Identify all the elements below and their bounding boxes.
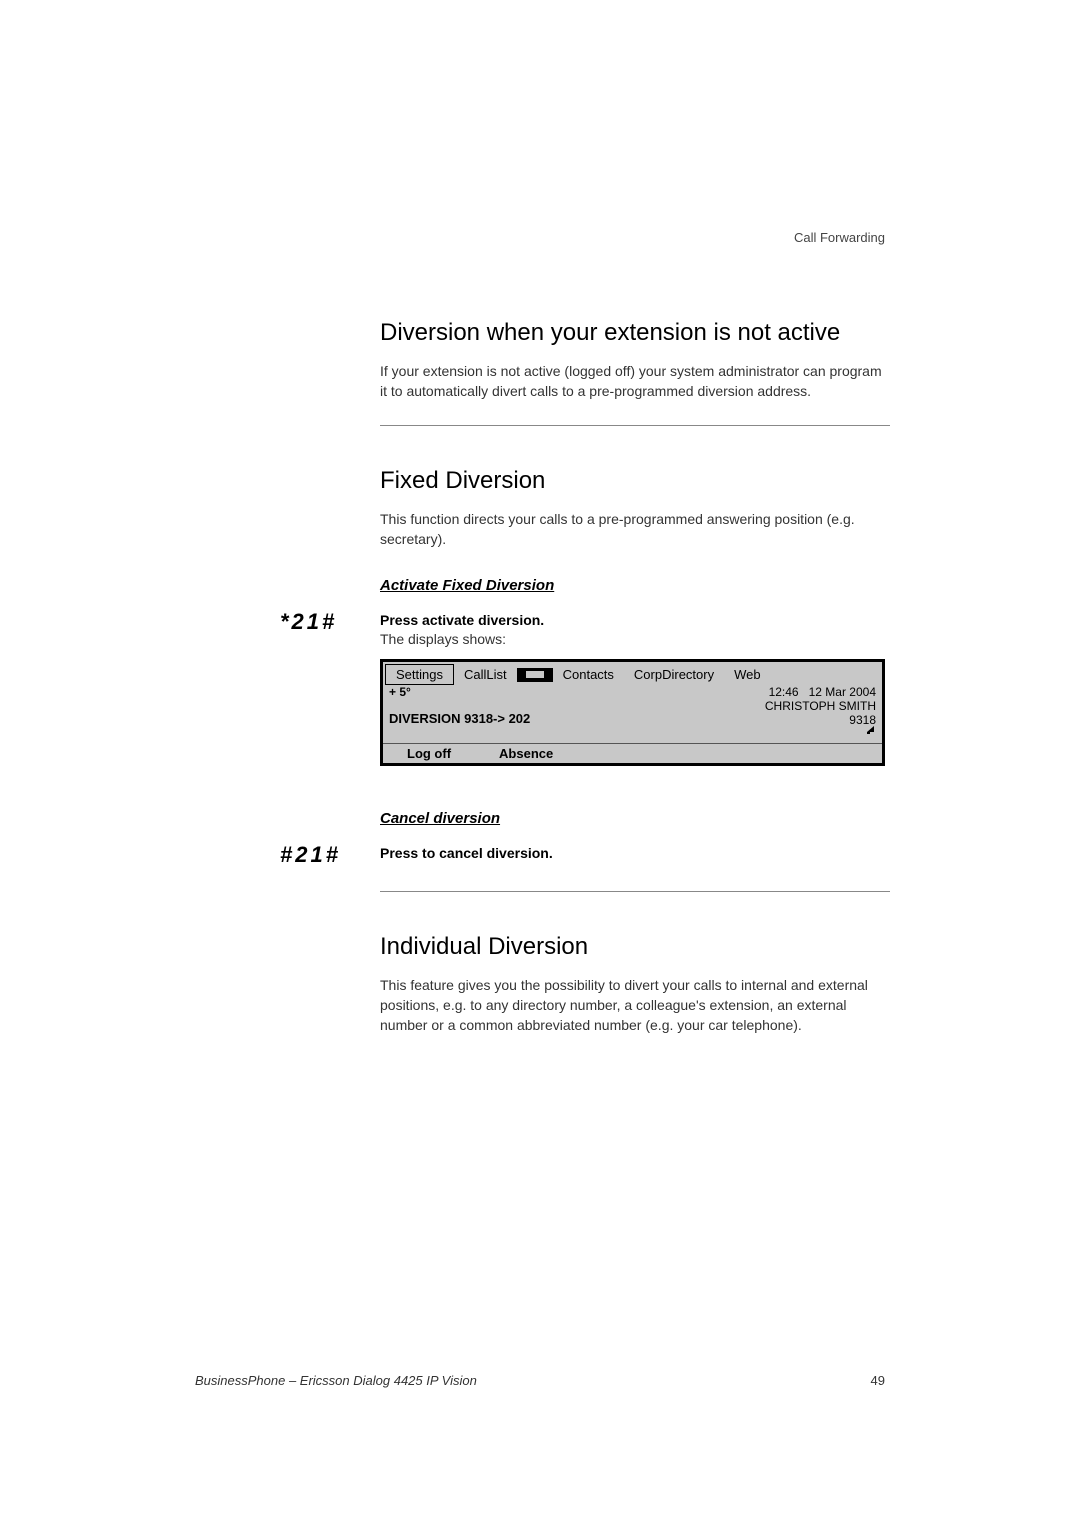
footer: BusinessPhone – Ericsson Dialog 4425 IP … xyxy=(195,1373,885,1388)
section1-body: If your extension is not active (logged … xyxy=(380,362,890,401)
softkey-absence: Absence xyxy=(475,746,577,761)
softkey-logoff: Log off xyxy=(383,746,475,761)
section2-title: Fixed Diversion xyxy=(380,466,890,496)
content-column: Diversion when your extension is not act… xyxy=(380,318,890,1059)
section3-title: Individual Diversion xyxy=(380,932,890,962)
phone-diversion: DIVERSION 9318-> 202 xyxy=(389,711,765,726)
menu-separator-icon xyxy=(517,668,553,682)
menu-corpdirectory: CorpDirectory xyxy=(624,665,724,684)
menu-web: Web xyxy=(724,665,771,684)
phone-temp: + 5° xyxy=(389,685,765,699)
phone-username: CHRISTOPH SMITH xyxy=(765,699,876,713)
menu-contacts: Contacts xyxy=(553,665,624,684)
menu-settings: Settings xyxy=(385,664,454,685)
phone-date: 12 Mar 2004 xyxy=(809,685,876,699)
code-activate: *21# xyxy=(280,609,337,635)
page: Call Forwarding Diversion when your exte… xyxy=(0,0,1080,1528)
section3-body: This feature gives you the possibility t… xyxy=(380,976,890,1035)
phone-display: Settings CallList Contacts CorpDirectory… xyxy=(380,659,885,766)
divider xyxy=(380,891,890,892)
menu-calllist: CallList xyxy=(454,665,517,684)
cancel-action: Press to cancel diversion. xyxy=(380,845,890,861)
section1-title: Diversion when your extension is not act… xyxy=(380,318,890,348)
code-cancel: #21# xyxy=(280,842,341,868)
footer-text: BusinessPhone – Ericsson Dialog 4425 IP … xyxy=(195,1373,477,1388)
phone-status-row: + 5° DIVERSION 9318-> 202 12:46 12 Mar 2… xyxy=(383,685,882,729)
activate-fixed-diversion-heading: Activate Fixed Diversion xyxy=(380,577,890,594)
divider xyxy=(380,425,890,426)
page-number: 49 xyxy=(871,1373,885,1388)
phone-menu: Settings CallList Contacts CorpDirectory… xyxy=(383,662,882,685)
section2-body: This function directs your calls to a pr… xyxy=(380,510,890,549)
activate-action: Press activate diversion. xyxy=(380,612,890,628)
phone-softkey-row: Log off Absence xyxy=(383,743,882,763)
activate-subtext: The displays shows: xyxy=(380,631,890,647)
phone-time: 12:46 xyxy=(769,685,799,699)
speaker-icon xyxy=(854,723,874,735)
header-section-name: Call Forwarding xyxy=(794,230,885,245)
cancel-diversion-heading: Cancel diversion xyxy=(380,810,890,827)
